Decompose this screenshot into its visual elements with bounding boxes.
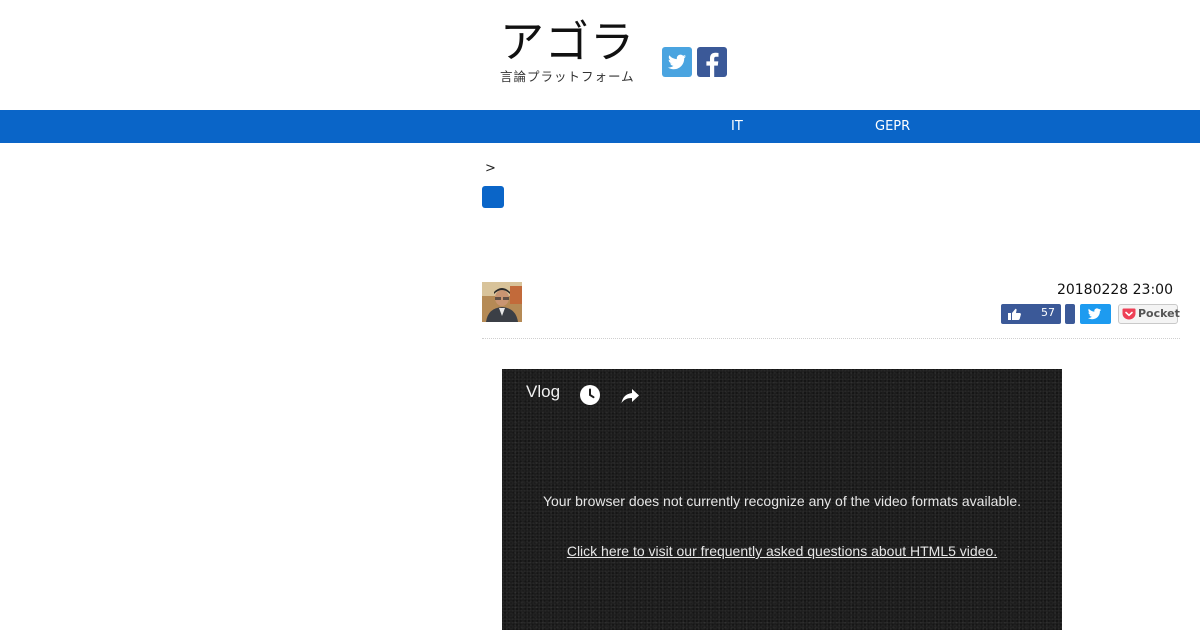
facebook-icon bbox=[706, 52, 719, 77]
video-share-button[interactable] bbox=[619, 384, 641, 406]
html5-faq-link[interactable]: Click here to visit our frequently asked… bbox=[542, 539, 1022, 564]
twitter-icon bbox=[668, 54, 686, 70]
video-unsupported-message: Your browser does not currently recogniz… bbox=[542, 493, 1022, 509]
clock-icon bbox=[580, 385, 600, 405]
facebook-share-button[interactable] bbox=[1065, 304, 1075, 324]
twitter-link[interactable] bbox=[662, 47, 692, 77]
pocket-label: Pocket bbox=[1138, 307, 1180, 320]
twitter-share-button[interactable] bbox=[1080, 304, 1111, 324]
breadcrumb-separator: > bbox=[485, 161, 496, 176]
author-avatar[interactable] bbox=[482, 282, 522, 322]
video-title[interactable]: Vlog bbox=[526, 382, 560, 402]
like-count: 57 bbox=[1041, 306, 1055, 319]
nav-item-it[interactable]: IT bbox=[731, 110, 743, 143]
thumbs-up-icon bbox=[1008, 308, 1021, 320]
main-nav-bar: IT GEPR bbox=[0, 110, 1200, 143]
facebook-link[interactable] bbox=[697, 47, 727, 77]
watch-later-button[interactable] bbox=[579, 384, 601, 406]
post-date: 20180228 23:00 bbox=[1056, 282, 1173, 298]
nav-item-gepr[interactable]: GEPR bbox=[875, 110, 910, 143]
category-badge[interactable] bbox=[482, 186, 504, 208]
author-photo bbox=[482, 282, 522, 322]
share-arrow-icon bbox=[621, 389, 639, 403]
logo-title: アゴラ bbox=[500, 17, 635, 68]
site-header: アゴラ 言論プラットフォーム bbox=[0, 0, 1200, 110]
site-logo[interactable]: アゴラ 言論プラットフォーム bbox=[498, 18, 648, 88]
pocket-button[interactable]: Pocket bbox=[1118, 304, 1180, 324]
pocket-icon bbox=[1122, 308, 1136, 320]
meta-divider bbox=[482, 338, 1180, 339]
logo-subtitle: 言論プラットフォーム bbox=[500, 69, 635, 84]
twitter-icon bbox=[1088, 308, 1102, 320]
facebook-like-button[interactable]: 57 bbox=[1001, 304, 1061, 324]
video-player[interactable]: Vlog Your browser does not currently rec… bbox=[502, 369, 1062, 630]
